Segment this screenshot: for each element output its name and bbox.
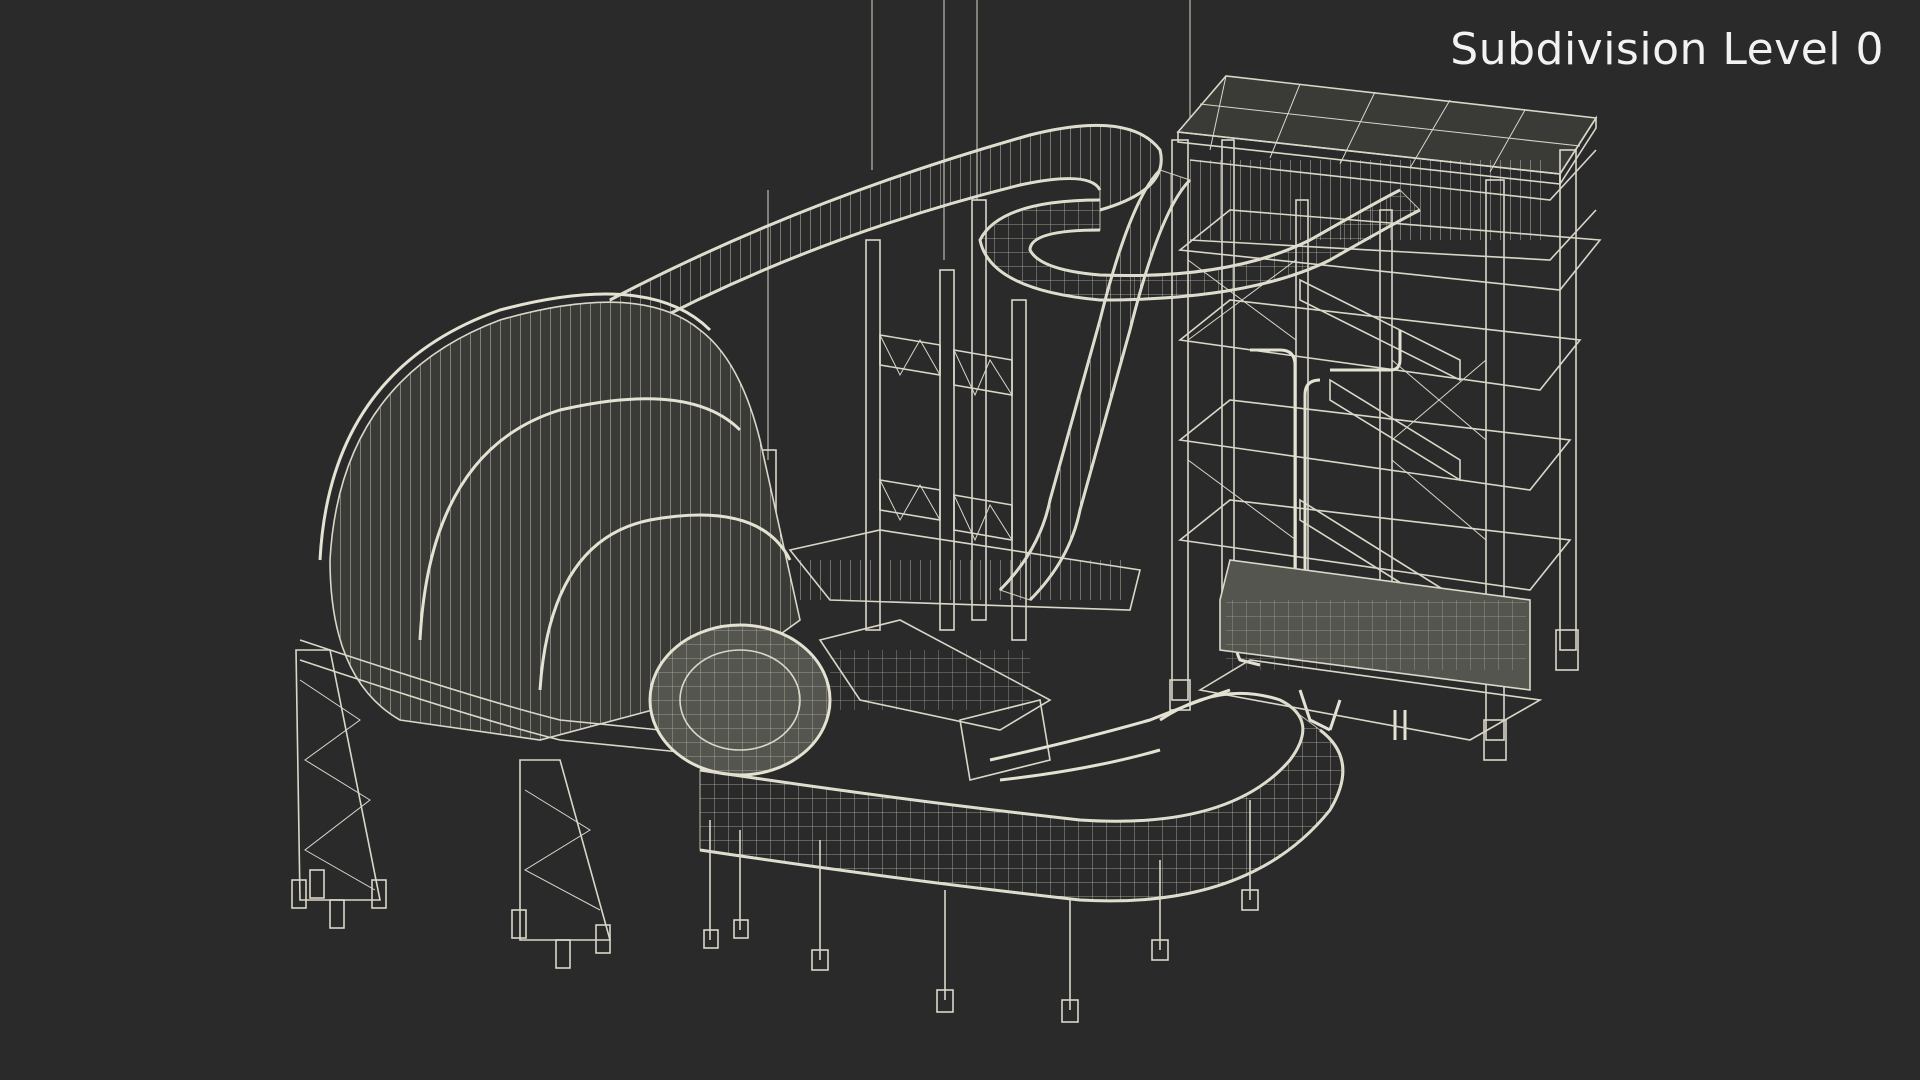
render-viewport: Subdivision Level 0 [0,0,1920,1080]
decks [788,529,1141,781]
wireframe-render [291,0,1602,1023]
subdivision-level-label: Subdivision Level 0 [1450,24,1884,75]
tower-structure [1169,75,1602,761]
funnel-bowl [299,292,832,777]
